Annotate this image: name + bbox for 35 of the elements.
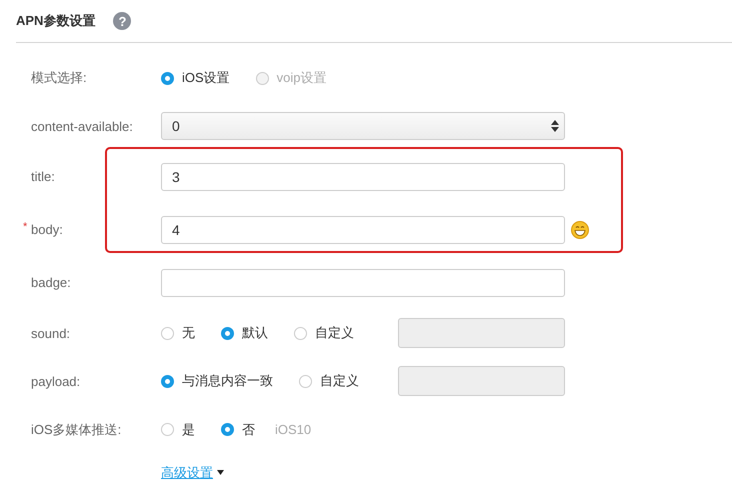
field-label: iOS多媒体推送: — [31, 422, 122, 436]
required-mark: * — [23, 221, 28, 233]
version-note: iOS10 — [275, 422, 312, 437]
radio-label: 默认 — [242, 324, 268, 342]
caret-icon — [217, 470, 224, 475]
field-label: sound: — [31, 326, 70, 340]
text-field[interactable]: 4 — [161, 216, 565, 244]
radio-label: 是 — [182, 420, 195, 438]
section-title: APN参数设置 — [16, 12, 96, 30]
radio-label: 与消息内容一致 — [182, 372, 273, 390]
radio-label: 否 — [242, 420, 255, 438]
updown-arrows-icon — [551, 120, 559, 132]
field-label: content-available: — [31, 118, 133, 134]
text-field[interactable]: 3 — [161, 162, 565, 190]
radio-label: 自定义 — [320, 372, 359, 390]
radio-button[interactable] — [161, 423, 174, 436]
radio-label: 自定义 — [315, 324, 354, 342]
radio-label: voip设置 — [276, 69, 327, 87]
field-label: title: — [31, 169, 55, 184]
smiley-icon[interactable] — [571, 220, 589, 238]
field-label: 模式选择: — [31, 70, 87, 85]
radio-label: iOS设置 — [182, 69, 230, 87]
radio-button[interactable] — [161, 326, 174, 340]
field-label: body: — [31, 222, 63, 237]
radio-button[interactable] — [299, 374, 312, 388]
radio-button[interactable] — [161, 72, 174, 84]
radio-label: 无 — [182, 324, 195, 342]
text-field[interactable] — [161, 268, 565, 296]
radio-button[interactable] — [221, 326, 234, 340]
radio-button[interactable] — [161, 374, 174, 388]
radio-button[interactable] — [221, 423, 234, 436]
field-label: payload: — [31, 374, 80, 388]
radio-button[interactable] — [294, 326, 307, 340]
select-field[interactable]: 0 — [161, 112, 565, 140]
field-label: badge: — [31, 275, 71, 290]
